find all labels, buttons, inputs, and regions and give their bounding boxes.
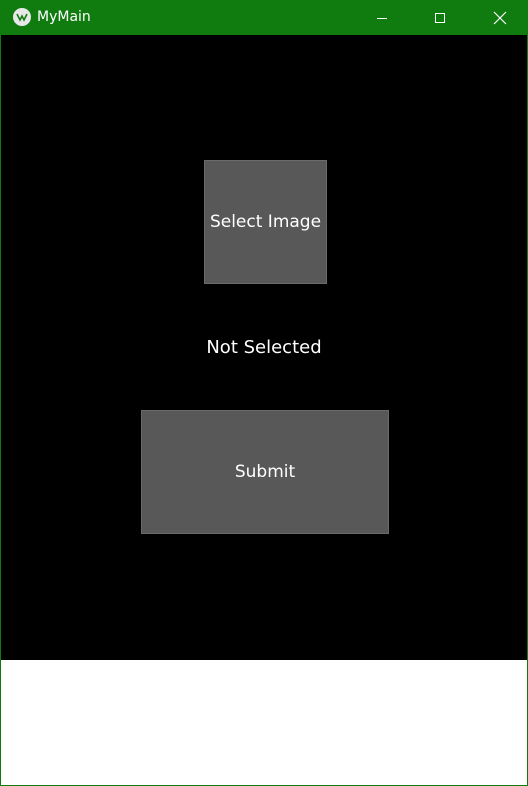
title-bar[interactable]: MyMain xyxy=(1,0,528,35)
close-button[interactable] xyxy=(471,0,528,35)
app-window: MyMain Select Image Not Selected Submit xyxy=(0,0,528,786)
app-content: Select Image Not Selected Submit xyxy=(1,35,527,660)
kivy-app-icon xyxy=(13,8,31,26)
select-image-button[interactable]: Select Image xyxy=(204,160,327,284)
maximize-button[interactable] xyxy=(411,0,469,35)
minimize-icon xyxy=(377,17,387,19)
close-icon xyxy=(493,11,507,24)
minimize-button[interactable] xyxy=(353,0,411,35)
maximize-icon xyxy=(435,12,445,23)
blank-area xyxy=(1,660,527,785)
selection-status-label: Not Selected xyxy=(206,337,322,358)
window-title: MyMain xyxy=(37,9,91,25)
submit-button[interactable]: Submit xyxy=(141,410,389,534)
